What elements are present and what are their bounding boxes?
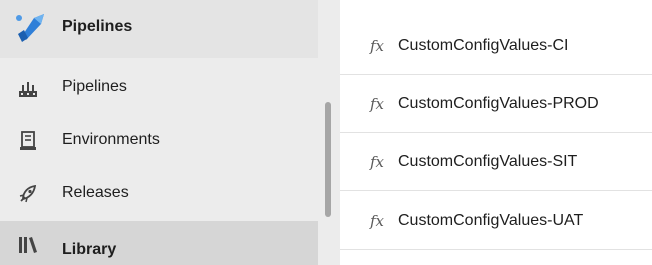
sidebar-header-label: Pipelines (62, 18, 133, 35)
variable-group-name: CustomConfigValues-CI (398, 37, 569, 54)
releases-icon (19, 184, 37, 203)
sidebar-item-pipelines[interactable]: Pipelines (0, 62, 318, 114)
list-item[interactable]: fx CustomConfigValues-CI (340, 18, 652, 75)
pipelines-icon (19, 82, 37, 97)
sidebar: Pipelines Pipelines Environments Release… (0, 0, 340, 265)
list-item[interactable]: fx CustomConfigValues-PROD (340, 76, 652, 133)
sidebar-scrollbar[interactable] (318, 0, 340, 265)
sidebar-item-environments[interactable]: Environments (0, 115, 318, 167)
azure-pipelines-icon (16, 14, 44, 42)
scrollbar-thumb[interactable] (325, 102, 331, 217)
sidebar-item-label: Library (62, 241, 117, 258)
function-icon: fx (370, 212, 385, 230)
sidebar-item-releases[interactable]: Releases (0, 168, 318, 220)
sidebar-item-library[interactable]: Library (0, 221, 318, 265)
variable-group-name: CustomConfigValues-UAT (398, 212, 584, 229)
function-icon: fx (370, 153, 385, 171)
sidebar-item-label: Releases (62, 184, 129, 201)
sidebar-header[interactable]: Pipelines (0, 0, 318, 58)
variable-group-name: CustomConfigValues-PROD (398, 95, 599, 112)
function-icon: fx (370, 95, 385, 113)
environments-icon (20, 131, 36, 150)
variable-group-name: CustomConfigValues-SIT (398, 153, 578, 170)
variable-groups-list: fx CustomConfigValues-CI fx CustomConfig… (340, 0, 652, 265)
sidebar-item-label: Pipelines (62, 78, 127, 95)
sidebar-item-label: Environments (62, 131, 160, 148)
app-root: Pipelines Pipelines Environments Release… (0, 0, 652, 265)
list-item[interactable]: fx CustomConfigValues-UAT (340, 193, 652, 250)
list-item[interactable]: fx CustomConfigValues-SIT (340, 134, 652, 191)
library-icon (19, 237, 37, 253)
function-icon: fx (370, 37, 385, 55)
